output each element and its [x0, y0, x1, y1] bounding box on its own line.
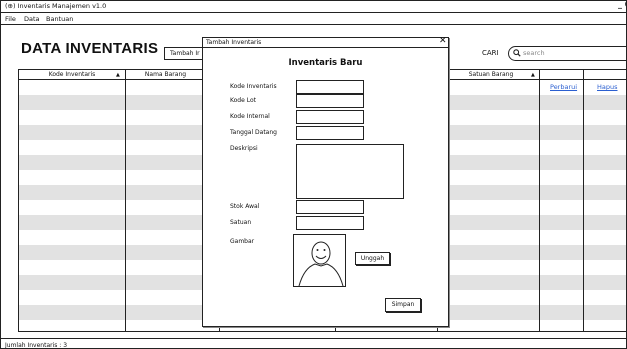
tanggal-datang-input[interactable] — [296, 126, 364, 140]
window-controls[interactable]: _ O — [618, 1, 626, 9]
app-window: (⊕) Inventaris Manajemen v1.0 _ O File D… — [0, 0, 627, 349]
inventory-count: Jumlah Inventaris : 3 — [5, 342, 68, 349]
sort-asc-icon[interactable]: ▲ — [531, 70, 535, 80]
kode-internal-input[interactable] — [296, 110, 364, 124]
add-inventory-dialog: Tambah Inventaris ✕ Inventaris Baru Kode… — [202, 36, 449, 327]
search-icon — [513, 49, 521, 57]
user-avatar-icon — [298, 241, 344, 287]
image-preview — [293, 234, 346, 287]
label-kode-inventaris: Kode Inventaris — [230, 83, 277, 90]
label-kode-lot: Kode Lot — [230, 97, 256, 104]
kode-lot-input[interactable] — [296, 94, 364, 108]
stok-awal-input[interactable] — [296, 200, 364, 214]
column-header-satuan-barang[interactable]: Satuan Barang ▲ — [442, 70, 540, 80]
menu-data[interactable]: Data — [24, 15, 40, 23]
satuan-input[interactable] — [296, 216, 364, 230]
window-title: (⊕) Inventaris Manajemen v1.0 — [5, 2, 107, 10]
page-title: DATA INVENTARIS — [21, 40, 159, 57]
menu-file[interactable]: File — [5, 15, 16, 23]
deskripsi-textarea[interactable] — [296, 144, 404, 199]
dialog-heading: Inventaris Baru — [288, 58, 363, 68]
column-header-nama-barang[interactable]: Nama Barang — [126, 70, 205, 80]
search-input[interactable]: search — [508, 46, 626, 61]
column-label: Kode Inventaris — [48, 71, 96, 78]
column-label: Satuan Barang — [468, 71, 514, 78]
edit-link[interactable]: Perbarui — [550, 83, 577, 91]
status-bar: Jumlah Inventaris : 3 — [1, 338, 626, 349]
menu-bantuan[interactable]: Bantuan — [46, 15, 73, 23]
column-label: Nama Barang — [144, 71, 187, 78]
label-gambar: Gambar — [230, 238, 255, 245]
save-button[interactable]: Simpan — [385, 298, 421, 312]
label-deskripsi: Deskripsi — [230, 145, 258, 152]
search-placeholder: search — [523, 49, 545, 57]
title-bar: (⊕) Inventaris Manajemen v1.0 _ O — [1, 1, 626, 13]
label-kode-internal: Kode Internal — [230, 113, 270, 120]
kode-inventaris-input[interactable] — [296, 80, 364, 94]
search-label: CARI — [482, 49, 499, 57]
column-divider — [539, 70, 540, 331]
column-header-kode-inventaris[interactable]: Kode Inventaris ▲ — [19, 70, 125, 80]
label-tanggal-datang: Tanggal Datang — [230, 129, 277, 136]
menu-bar: File Data Bantuan — [1, 13, 626, 25]
label-stok-awal: Stok Awal — [230, 203, 260, 210]
label-satuan: Satuan — [230, 219, 252, 226]
sort-asc-icon[interactable]: ▲ — [116, 70, 120, 80]
upload-button[interactable]: Unggah — [355, 252, 390, 265]
column-divider — [583, 70, 584, 331]
dialog-window-title: Tambah Inventaris — [206, 39, 262, 46]
close-icon[interactable]: ✕ — [439, 36, 447, 46]
delete-link[interactable]: Hapus — [597, 83, 618, 91]
dialog-title-bar: Tambah Inventaris ✕ — [203, 36, 448, 48]
column-divider — [125, 70, 126, 331]
